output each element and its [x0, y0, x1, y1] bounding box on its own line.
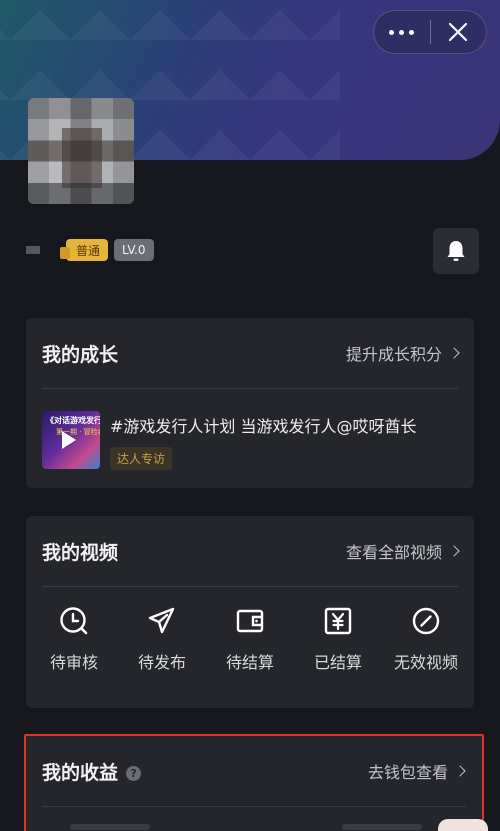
send-icon [148, 607, 175, 634]
video-card-header: 我的视频 查看全部视频 [26, 516, 474, 586]
view-all-videos-label: 查看全部视频 [345, 543, 442, 562]
close-icon [449, 22, 468, 42]
wallet-link-label: 去钱包查看 [367, 763, 448, 782]
wallet-link[interactable]: 去钱包查看 [367, 759, 466, 783]
user-info-row: 普通 LV.0 [26, 239, 154, 261]
income-summary-cut-off [70, 824, 150, 830]
video-status-invalid[interactable]: 无效视频 [383, 605, 469, 673]
thumbnail-title: 《对话游戏发行人》 [46, 416, 100, 425]
wallet-icon [236, 609, 264, 633]
income-title-wrap: 我的收益? [42, 758, 142, 785]
avatar[interactable] [28, 98, 134, 204]
video-status-row: 待审核 待发布 待结算 已结算 无效视频 [26, 587, 474, 673]
article-thumbnail: 《对话游戏发行人》 第一期 · 冒险者之光 [42, 411, 100, 469]
chevron-right-icon [448, 545, 460, 557]
video-status-pending-settlement[interactable]: 待结算 [207, 605, 293, 673]
income-card: 我的收益? 去钱包查看 [24, 734, 488, 831]
video-status-label: 待审核 [49, 653, 98, 672]
video-status-settled[interactable]: 已结算 [295, 605, 381, 673]
view-all-videos-link[interactable]: 查看全部视频 [345, 539, 460, 563]
video-status-pending-publish[interactable]: 待发布 [119, 605, 205, 673]
chevron-right-icon [448, 347, 460, 359]
mini-program-capsule [373, 10, 487, 54]
video-status-label: 无效视频 [393, 653, 458, 672]
growth-card: 我的成长 提升成长积分 《对话游戏发行人》 第一期 · 冒险者之光 #游戏发行人… [26, 318, 474, 488]
divider [42, 806, 466, 807]
income-card-header: 我的收益? 去钱包查看 [26, 736, 482, 806]
invalid-icon [412, 607, 440, 635]
video-title: 我的视频 [42, 541, 119, 564]
income-summary-row [26, 824, 482, 830]
video-status-label: 待结算 [225, 653, 274, 672]
video-status-pending-review[interactable]: 待审核 [31, 605, 117, 673]
income-summary-cut-off [342, 824, 422, 830]
bell-icon [447, 241, 465, 261]
growth-title: 我的成长 [42, 343, 119, 366]
article-text: #游戏发行人计划 当游戏发行人@哎呀酋长 达人专访 [110, 411, 458, 470]
video-status-label: 待发布 [137, 653, 186, 672]
notification-button[interactable] [433, 228, 479, 274]
username-blurred [26, 246, 40, 254]
more-dots-icon [389, 29, 415, 35]
chevron-right-icon [454, 765, 466, 777]
floating-button-partial[interactable] [438, 819, 488, 831]
article-title: #游戏发行人计划 当游戏发行人@哎呀酋长 [110, 417, 417, 436]
income-title: 我的收益 [42, 761, 119, 784]
member-badge: 普通 [59, 239, 109, 261]
clock-icon [60, 607, 88, 635]
yen-icon [324, 607, 352, 635]
growth-link-label: 提升成长积分 [345, 345, 442, 364]
close-button[interactable] [430, 10, 486, 54]
growth-card-header: 我的成长 提升成长积分 [26, 318, 474, 388]
play-icon [62, 431, 76, 449]
video-status-label: 已结算 [313, 653, 362, 672]
growth-link[interactable]: 提升成长积分 [345, 341, 460, 365]
video-card: 我的视频 查看全部视频 待审核 待发布 待结算 已结算 无效视频 [26, 516, 474, 708]
level-badge: LV.0 [114, 239, 154, 261]
question-icon[interactable]: ? [126, 765, 142, 781]
growth-article-item[interactable]: 《对话游戏发行人》 第一期 · 冒险者之光 #游戏发行人计划 当游戏发行人@哎呀… [26, 389, 474, 470]
more-button[interactable] [374, 10, 430, 54]
article-tag: 达人专访 [110, 447, 173, 470]
